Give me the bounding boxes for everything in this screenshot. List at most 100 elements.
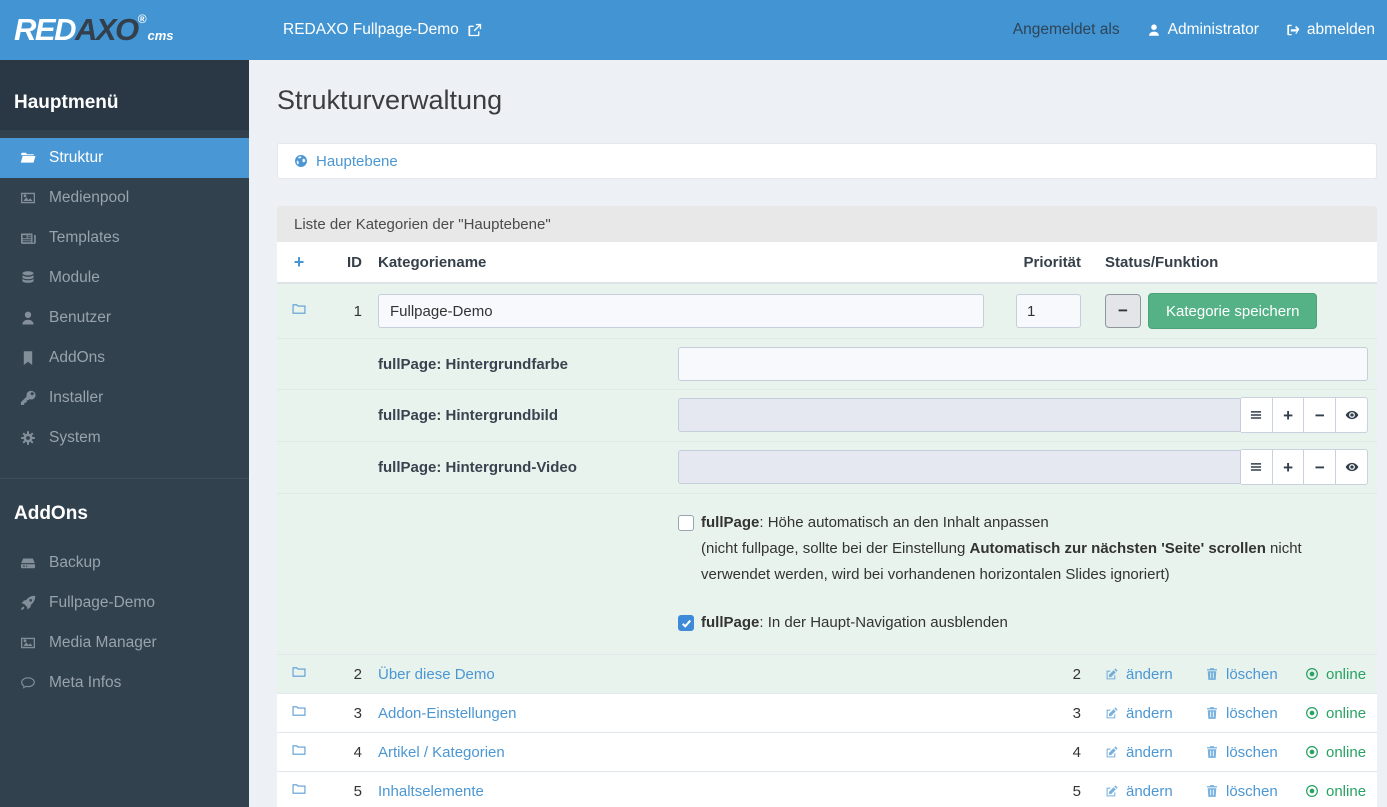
media-add-button[interactable]: + [1272, 449, 1305, 485]
key-icon [20, 390, 36, 405]
media-list-button[interactable] [1240, 449, 1273, 485]
sidebar-item-fullpage-demo[interactable]: Fullpage-Demo [0, 583, 249, 623]
checkbox-section: fullPage: Höhe automatisch an den Inhalt… [277, 493, 1377, 654]
sidebar-item-backup[interactable]: Backup [0, 543, 249, 583]
category-link[interactable]: Addon-Einstellungen [378, 705, 516, 722]
redaxo-logo: REDAXO®cms [14, 12, 174, 47]
sidebar-item-media-manager[interactable]: Media Manager [0, 623, 249, 663]
sidebar-item-label: System [49, 429, 101, 446]
field-row-hintergrund-video: fullPage: Hintergrund-Video + − [277, 441, 1377, 493]
hintergrundbild-input[interactable] [678, 398, 1241, 432]
user-name: Administrator [1167, 21, 1259, 38]
sidebar-item-module[interactable]: Module [0, 258, 249, 298]
addons-heading: AddOns [14, 503, 88, 524]
sidebar-header: Hauptmenü [0, 60, 249, 130]
sidebar-item-label: Templates [49, 229, 120, 246]
sidebar-item-templates[interactable]: Templates [0, 218, 249, 258]
edit-row-id: 1 [353, 302, 362, 320]
hide-nav-checkbox[interactable] [678, 615, 694, 631]
folder-icon[interactable] [277, 781, 321, 801]
main-menu-heading: Hauptmenü [14, 92, 119, 113]
eye-icon [1345, 410, 1358, 420]
folder-icon[interactable] [277, 742, 321, 762]
folder-open-icon [20, 152, 36, 163]
trash-icon [1207, 785, 1217, 797]
sidebar-item-addons[interactable]: AddOns [0, 338, 249, 378]
folder-icon[interactable] [277, 301, 321, 321]
page-title: Strukturverwaltung [277, 85, 503, 115]
logout-button[interactable]: abmelden [1286, 21, 1375, 39]
topbar: REDAXO®cms REDAXO Fullpage-Demo Angemeld… [0, 0, 1387, 60]
row-priority: 2 [1072, 665, 1081, 683]
delete-link[interactable]: löschen [1205, 666, 1305, 683]
dot-circle-icon [1306, 707, 1318, 719]
checkbox-description: (nicht fullpage, sollte bei der Einstell… [701, 540, 1302, 583]
media-list-button[interactable] [1240, 397, 1273, 433]
breadcrumb: Hauptebene [277, 143, 1377, 179]
category-link[interactable]: Artikel / Kategorien [378, 744, 505, 761]
edit-link[interactable]: ändern [1105, 744, 1205, 761]
edit-link[interactable]: ändern [1105, 783, 1205, 800]
minus-icon: − [1314, 457, 1325, 477]
sidebar-item-label: Module [49, 269, 100, 286]
hintergrund-video-input[interactable] [678, 450, 1241, 484]
delete-link[interactable]: löschen [1205, 705, 1305, 722]
table-header-row: + ID Kategoriename Priorität Status/Funk… [277, 242, 1377, 284]
trash-icon [1207, 707, 1217, 719]
user-icon [22, 311, 34, 325]
media-view-button[interactable] [1336, 449, 1368, 485]
table-row: 3 Addon-Einstellungen 3 ändern löschen o… [277, 693, 1377, 732]
category-link[interactable]: Inhaltselemente [378, 783, 484, 800]
site-frontend-link[interactable]: REDAXO Fullpage-Demo [283, 21, 482, 39]
add-category-button[interactable]: + [294, 252, 305, 272]
image-icon [21, 637, 35, 649]
sidebar-item-installer[interactable]: Installer [0, 378, 249, 418]
sidebar-item-system[interactable]: System [0, 418, 249, 458]
status-online-link[interactable]: online [1305, 666, 1366, 683]
sidebar-item-label: Meta Infos [49, 674, 122, 691]
sidebar-item-struktur[interactable]: Struktur [0, 138, 249, 178]
sidebar-item-benutzer[interactable]: Benutzer [0, 298, 249, 338]
media-view-button[interactable] [1336, 397, 1368, 433]
media-widget: + − [678, 397, 1368, 433]
media-widget: + − [678, 449, 1368, 485]
sidebar-item-meta-infos[interactable]: Meta Infos [0, 663, 249, 703]
media-remove-button[interactable]: − [1304, 397, 1337, 433]
save-category-button[interactable]: Kategorie speichern [1148, 293, 1318, 329]
breadcrumb-root-link[interactable]: Hauptebene [294, 153, 398, 170]
category-name-input[interactable] [378, 294, 984, 328]
field-label: fullPage: Hintergrund-Video [378, 459, 577, 476]
row-id: 4 [353, 743, 362, 761]
trash-icon [1207, 668, 1217, 680]
checkbox-auto-height: fullPage: Höhe automatisch an den Inhalt… [678, 510, 1365, 588]
logo[interactable]: REDAXO®cms [0, 12, 249, 48]
rocket-icon [21, 595, 36, 610]
delete-link[interactable]: löschen [1205, 744, 1305, 761]
edit-link[interactable]: ändern [1105, 705, 1205, 722]
status-online-link[interactable]: online [1305, 783, 1366, 800]
category-panel: Liste der Kategorien der "Hauptebene" + … [277, 206, 1377, 807]
status-online-link[interactable]: online [1305, 744, 1366, 761]
dot-circle-icon [1306, 746, 1318, 758]
sidebar-item-label: Struktur [49, 149, 104, 166]
user-menu[interactable]: Administrator [1147, 21, 1259, 39]
column-header-status: Status/Funktion [1105, 253, 1219, 271]
edit-link[interactable]: ändern [1105, 666, 1205, 683]
folder-icon[interactable] [277, 664, 321, 684]
auto-height-checkbox[interactable] [678, 515, 694, 531]
media-remove-button[interactable]: − [1304, 449, 1337, 485]
trash-icon [1207, 746, 1217, 758]
field-label: fullPage: Hintergrundfarbe [378, 355, 569, 373]
sidebar-item-medienpool[interactable]: Medienpool [0, 178, 249, 218]
media-add-button[interactable]: + [1272, 397, 1305, 433]
priority-input[interactable] [1016, 294, 1081, 328]
comment-icon [21, 677, 35, 689]
logout-icon [1287, 24, 1300, 36]
folder-icon[interactable] [277, 703, 321, 723]
status-online-link[interactable]: online [1305, 705, 1366, 722]
table-row: 5 Inhaltselemente 5 ändern löschen onlin… [277, 771, 1377, 807]
collapse-metadata-button[interactable]: − [1105, 294, 1141, 328]
delete-link[interactable]: löschen [1205, 783, 1305, 800]
category-link[interactable]: Über diese Demo [378, 666, 495, 683]
hintergrundfarbe-input[interactable] [678, 347, 1368, 381]
